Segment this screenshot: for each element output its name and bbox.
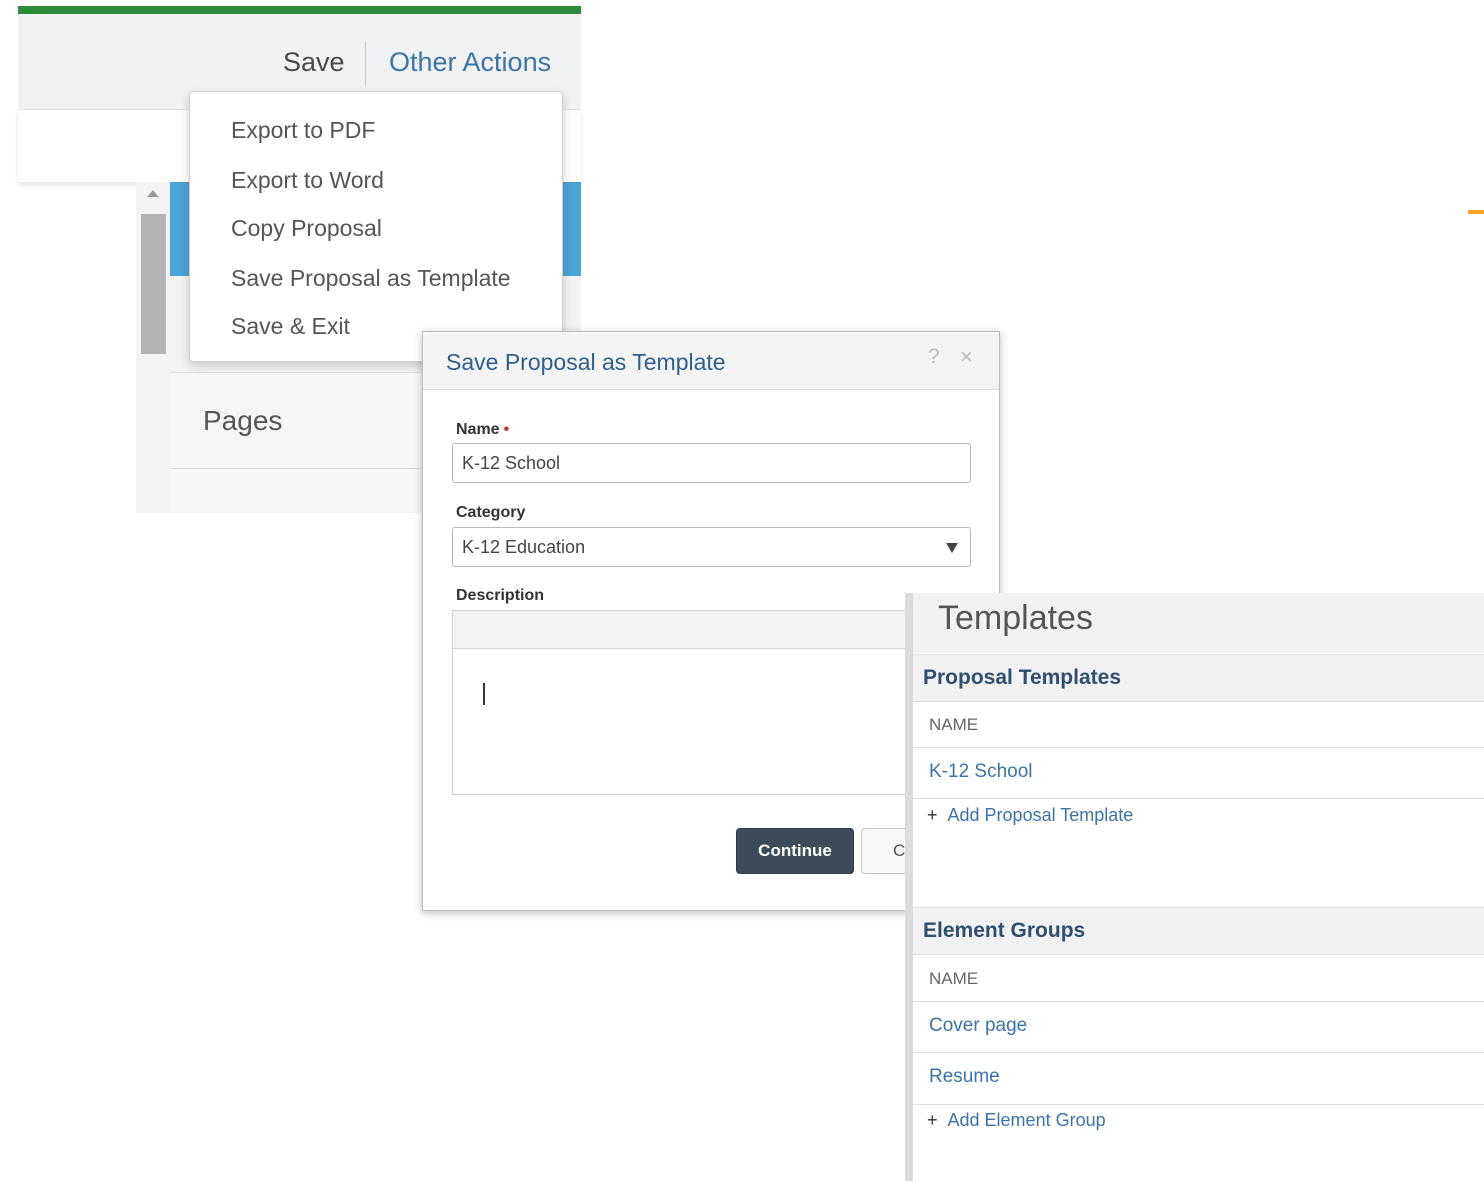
- menu-item-export-pdf[interactable]: Export to PDF: [231, 117, 375, 144]
- element-groups-header: Element Groups: [913, 907, 1484, 955]
- required-marker: •: [503, 421, 510, 438]
- orange-accent-mark: [1468, 210, 1484, 214]
- row-divider: [913, 747, 1484, 748]
- add-proposal-template-label: Add Proposal Template: [947, 805, 1134, 825]
- templates-title: Templates: [938, 599, 1093, 637]
- templates-panel: Templates Proposal Templates NAME K-12 S…: [905, 593, 1484, 1181]
- close-icon[interactable]: ×: [960, 344, 973, 370]
- plus-icon: +: [927, 1110, 938, 1130]
- help-icon[interactable]: ?: [928, 345, 940, 369]
- row-divider: [913, 798, 1484, 799]
- add-element-group-label: Add Element Group: [947, 1110, 1106, 1130]
- element-groups-title: Element Groups: [923, 919, 1086, 942]
- proposal-templates-name-column: NAME: [929, 715, 979, 734]
- template-row-k12-school[interactable]: K-12 School: [929, 761, 1033, 783]
- row-divider: [913, 1001, 1484, 1002]
- description-label: Description: [456, 587, 545, 604]
- dialog-header: Save Proposal as Template ? ×: [423, 332, 999, 390]
- templates-title-bar: Templates: [913, 593, 1484, 653]
- row-divider: [913, 1104, 1484, 1105]
- add-proposal-template-link[interactable]: + Add Proposal Template: [927, 805, 1133, 826]
- text-cursor: [483, 683, 485, 705]
- save-button[interactable]: Save: [283, 47, 345, 78]
- top-accent-bar: [18, 6, 581, 14]
- name-field[interactable]: [452, 443, 971, 483]
- dropdown-arrow-icon: [946, 543, 958, 553]
- continue-button[interactable]: Continue: [736, 828, 854, 874]
- add-element-group-link[interactable]: + Add Element Group: [927, 1110, 1106, 1131]
- dialog-title: Save Proposal as Template: [446, 349, 726, 375]
- element-groups-name-column: NAME: [929, 969, 979, 988]
- menu-item-save-exit[interactable]: Save & Exit: [231, 313, 350, 340]
- category-selected-value: K-12 Education: [462, 537, 586, 557]
- plus-icon: +: [927, 805, 938, 825]
- element-group-row-cover-page[interactable]: Cover page: [929, 1015, 1027, 1037]
- category-label: Category: [456, 504, 526, 521]
- element-group-row-resume[interactable]: Resume: [929, 1066, 1000, 1088]
- menu-item-copy-proposal[interactable]: Copy Proposal: [231, 215, 382, 242]
- name-label: Name •: [456, 421, 509, 439]
- menu-item-export-word[interactable]: Export to Word: [231, 167, 384, 194]
- pages-label: Pages: [203, 405, 283, 436]
- scroll-thumb[interactable]: [141, 214, 166, 354]
- category-select[interactable]: K-12 Education: [452, 527, 971, 567]
- row-divider: [913, 1052, 1484, 1053]
- name-label-text: Name: [456, 421, 500, 438]
- scroll-up-arrow-icon[interactable]: [147, 190, 159, 197]
- other-actions-button[interactable]: Other Actions: [389, 47, 551, 78]
- scrollbar[interactable]: [140, 186, 166, 356]
- other-actions-menu: Export to PDF Export to Word Copy Propos…: [189, 91, 563, 362]
- proposal-templates-title: Proposal Templates: [923, 666, 1122, 689]
- toolbar-divider: [365, 42, 366, 86]
- menu-item-save-as-template[interactable]: Save Proposal as Template: [231, 265, 511, 292]
- proposal-templates-header: Proposal Templates: [913, 654, 1484, 702]
